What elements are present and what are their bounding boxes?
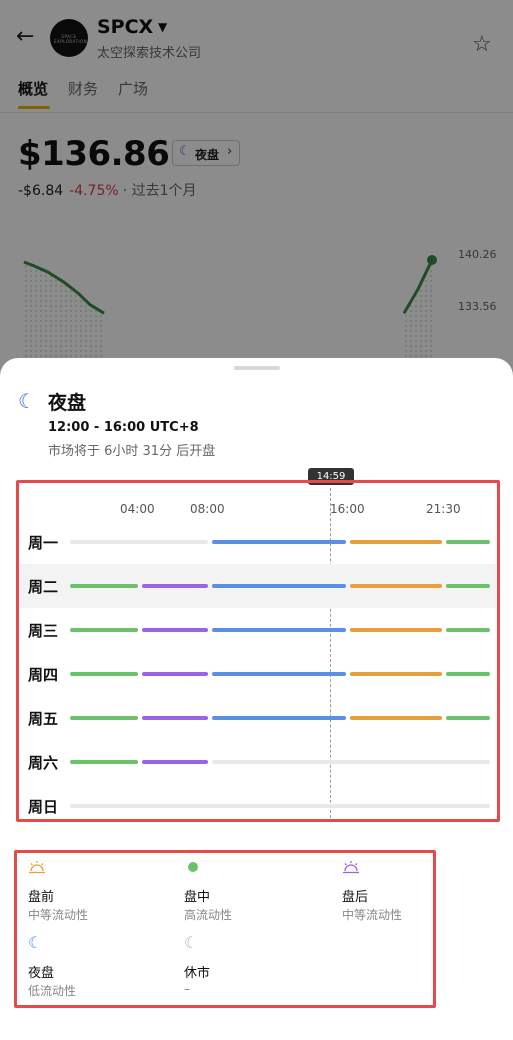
session-segment-pre bbox=[350, 716, 442, 720]
moon-icon: ☾ bbox=[18, 389, 36, 413]
legend-name: 盘中 bbox=[184, 890, 211, 905]
session-segment-post bbox=[142, 672, 208, 676]
session-segment-overnight bbox=[212, 716, 346, 720]
session-segment-overnight bbox=[212, 628, 346, 632]
session-segment-regular bbox=[70, 716, 138, 720]
session-segment-regular bbox=[70, 672, 138, 676]
moon-outline-icon: ☾ bbox=[184, 933, 199, 952]
session-segment-regular bbox=[446, 716, 490, 720]
day-label: 周日 bbox=[28, 798, 59, 816]
session-bottom-sheet: ☾ 夜盘 12:00 - 16:00 UTC+8 市场将于 6小时 31分 后开… bbox=[0, 358, 513, 1040]
day-row: 周三 bbox=[20, 608, 496, 652]
legend-desc: 高流动性 bbox=[184, 908, 233, 922]
time-label-0800: 08:00 bbox=[190, 502, 225, 516]
session-segment-overnight bbox=[212, 584, 346, 588]
sheet-title: 夜盘 bbox=[48, 392, 87, 414]
session-segment-overnight bbox=[212, 672, 346, 676]
sunset-icon bbox=[342, 860, 360, 878]
day-label: 周一 bbox=[28, 534, 59, 552]
legend-desc: 中等流动性 bbox=[342, 908, 403, 922]
session-segment-regular bbox=[70, 628, 138, 632]
day-label: 周六 bbox=[28, 754, 59, 772]
day-row: 周六 bbox=[20, 740, 496, 784]
legend-name: 盘前 bbox=[28, 890, 55, 905]
time-label-0400: 04:00 bbox=[120, 502, 155, 516]
sunrise-icon bbox=[28, 860, 46, 878]
session-segment-post bbox=[142, 716, 208, 720]
legend-post-market: 盘后 中等流动性 bbox=[330, 854, 480, 922]
session-segment-pre bbox=[350, 628, 442, 632]
dot-icon bbox=[184, 860, 202, 878]
liquidity-legend: 盘前 中等流动性 盘中 高流动性 盘后 中等流动性 ☾ 夜盘 低流动性 ☾ 休市… bbox=[16, 850, 436, 1008]
session-segment-post bbox=[142, 760, 208, 764]
current-time-badge: 14:59 bbox=[308, 468, 354, 485]
legend-overnight: ☾ 夜盘 低流动性 bbox=[16, 930, 166, 999]
day-row: 周日 bbox=[20, 784, 496, 828]
day-label: 周五 bbox=[28, 710, 59, 728]
legend-regular: 盘中 高流动性 bbox=[172, 854, 322, 922]
time-label-2130: 21:30 bbox=[426, 502, 461, 516]
session-segment-closed bbox=[212, 760, 490, 764]
session-hours: 12:00 - 16:00 UTC+8 bbox=[48, 420, 199, 435]
session-segment-regular bbox=[446, 628, 490, 632]
day-row: 周四 bbox=[20, 652, 496, 696]
session-segment-post bbox=[142, 628, 208, 632]
day-label: 周四 bbox=[28, 666, 59, 684]
sheet-drag-handle[interactable] bbox=[234, 366, 280, 370]
session-segment-closed bbox=[70, 540, 208, 544]
legend-name: 夜盘 bbox=[28, 966, 55, 981]
legend-desc: 中等流动性 bbox=[28, 908, 89, 922]
day-label: 周三 bbox=[28, 622, 59, 640]
legend-closed: ☾ 休市 – bbox=[172, 930, 322, 997]
day-row: 周五 bbox=[20, 696, 496, 740]
legend-desc: – bbox=[184, 982, 190, 996]
session-segment-pre bbox=[350, 584, 442, 588]
session-segment-regular bbox=[446, 672, 490, 676]
weekly-session-timeline: 04:00 08:00 16:00 21:30 14:59 周一周二周三周四周五… bbox=[16, 468, 500, 822]
day-row: 周二 bbox=[20, 564, 496, 608]
session-segment-regular bbox=[446, 584, 490, 588]
legend-desc: 低流动性 bbox=[28, 984, 77, 998]
session-segment-regular bbox=[446, 540, 490, 544]
session-segment-regular bbox=[70, 760, 138, 764]
day-label: 周二 bbox=[28, 578, 59, 596]
legend-pre-market: 盘前 中等流动性 bbox=[16, 854, 166, 922]
legend-name: 盘后 bbox=[342, 890, 369, 905]
market-open-countdown: 市场将于 6小时 31分 后开盘 bbox=[48, 444, 216, 459]
session-segment-post bbox=[142, 584, 208, 588]
day-row: 周一 bbox=[20, 520, 496, 564]
session-segment-closed bbox=[70, 804, 490, 808]
legend-name: 休市 bbox=[184, 966, 211, 981]
time-label-1600: 16:00 bbox=[330, 502, 365, 516]
session-segment-pre bbox=[350, 672, 442, 676]
moon-icon: ☾ bbox=[28, 933, 43, 952]
session-segment-overnight bbox=[212, 540, 346, 544]
session-segment-regular bbox=[70, 584, 138, 588]
session-segment-pre bbox=[350, 540, 442, 544]
